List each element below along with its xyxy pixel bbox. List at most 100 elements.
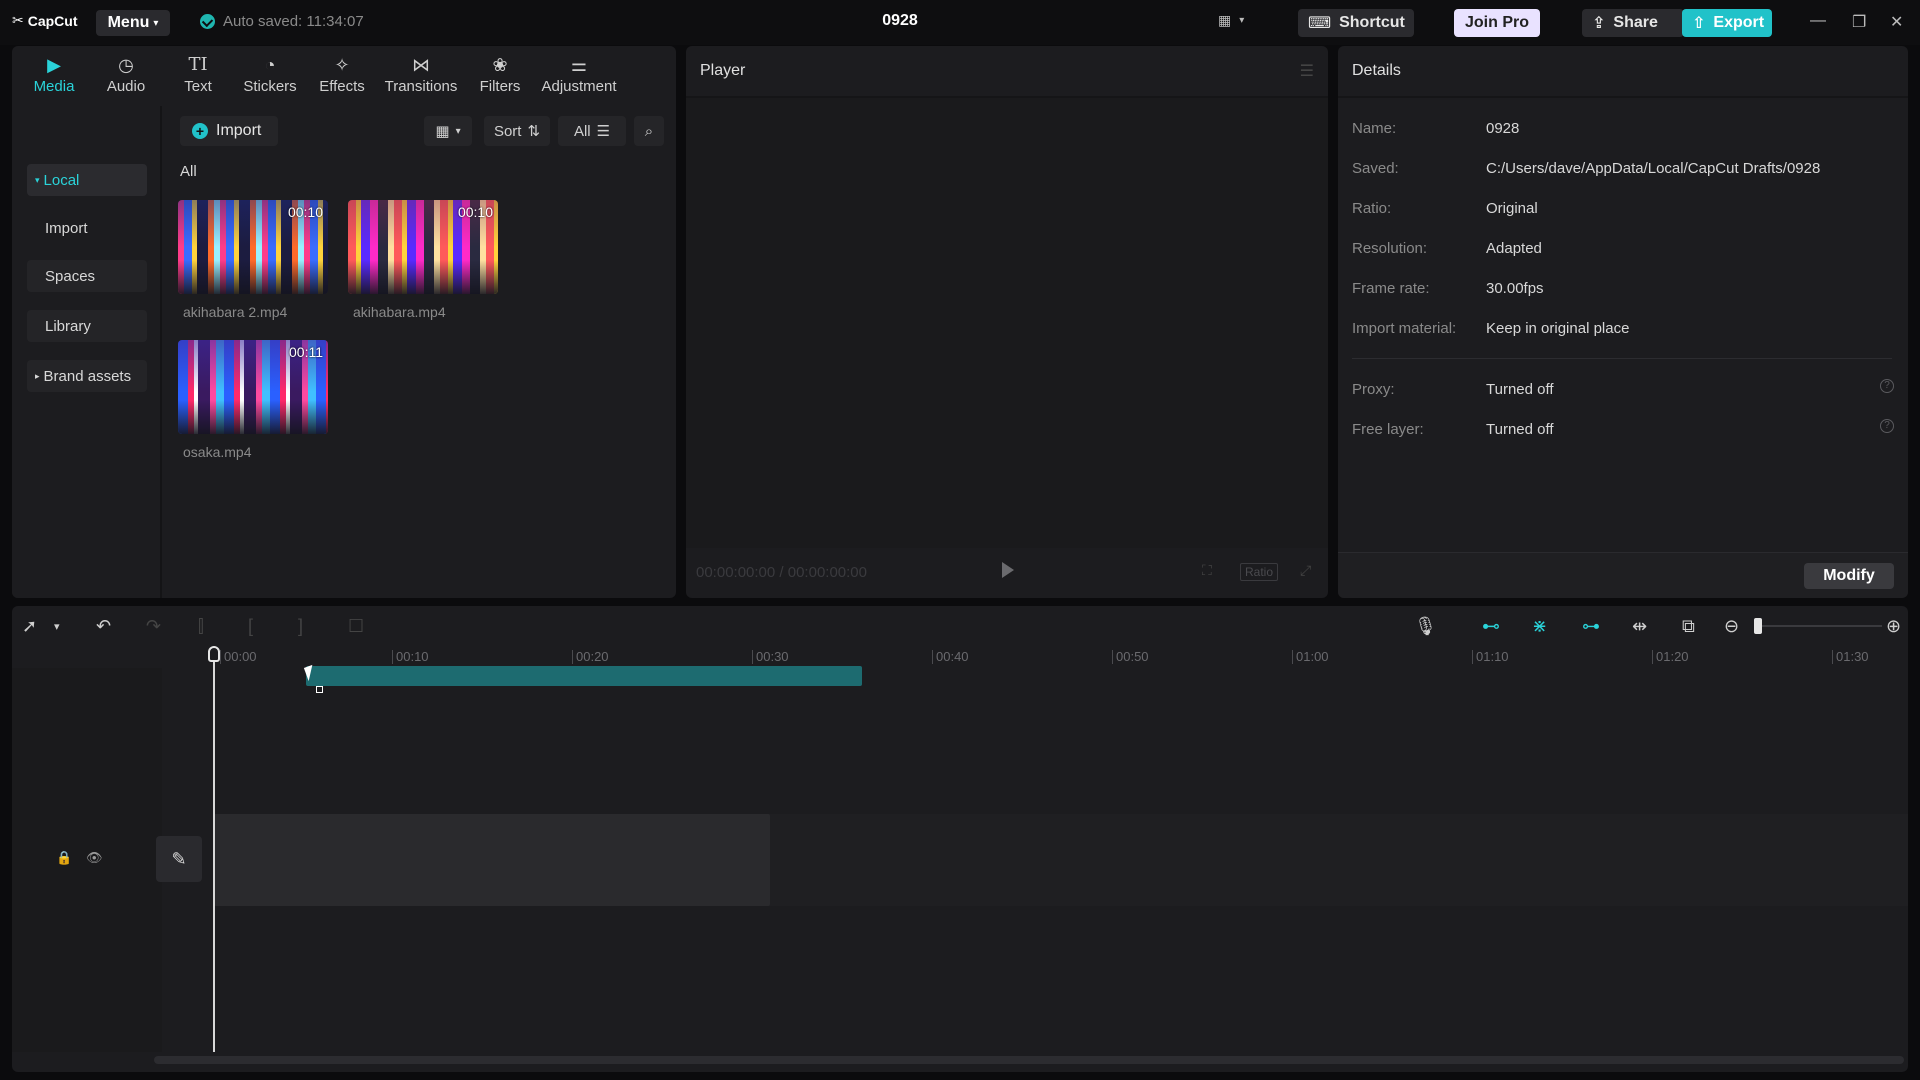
lock-icon[interactable]: 🔒 — [56, 850, 72, 866]
playhead-handle[interactable] — [208, 646, 220, 662]
search-button[interactable]: ⌕ — [634, 116, 664, 146]
import-button[interactable]: + Import — [180, 116, 278, 146]
detail-label: Import material: — [1352, 320, 1457, 337]
help-icon[interactable]: ? — [1880, 419, 1894, 433]
detail-value: Adapted — [1486, 240, 1542, 257]
detail-value: Keep in original place — [1486, 320, 1630, 337]
media-icon: ▶ — [47, 55, 61, 75]
ruler-tick: 00:50 — [1112, 650, 1149, 664]
linkage-icon[interactable]: ⊶ — [1582, 616, 1600, 637]
undo-icon[interactable]: ↶ — [96, 616, 111, 637]
media-sidebar: ▾ Local Import Spaces Library ▸ Brand as… — [12, 106, 162, 598]
zoom-out-icon[interactable]: ⊖ — [1724, 616, 1739, 637]
tab-audio[interactable]: ◷ Audio — [90, 46, 162, 98]
chevron-down-icon[interactable]: ▾ — [54, 620, 60, 633]
modify-button[interactable]: Modify — [1804, 563, 1894, 589]
ruler-tick: 01:00 — [1292, 650, 1329, 664]
project-title: 0928 — [882, 12, 918, 29]
restore-icon[interactable]: ❐ — [1852, 12, 1866, 32]
view-mode-button[interactable]: ▦ ▾ — [424, 116, 472, 146]
join-pro-button[interactable]: Join Pro — [1454, 9, 1540, 37]
media-clip[interactable]: 00:10 akihabara 2.mp4 — [178, 200, 328, 320]
clip-thumbnail[interactable]: 00:11 — [178, 340, 328, 434]
keyboard-icon: ⌨ — [1308, 15, 1332, 32]
export-button[interactable]: ⇧ Export — [1682, 9, 1772, 37]
clip-name: osaka.mp4 — [183, 444, 252, 460]
sidebar-item-library[interactable]: Library — [27, 310, 147, 342]
horizontal-scrollbar[interactable] — [154, 1056, 1904, 1064]
zoom-in-icon[interactable]: ⊕ — [1886, 616, 1901, 637]
sidebar-item-import[interactable]: Import — [27, 212, 147, 244]
menu-label: Menu — [107, 14, 150, 31]
menu-icon[interactable]: ☰ — [1300, 61, 1314, 81]
detail-label: Saved: — [1352, 160, 1399, 177]
minimize-icon[interactable]: — — [1810, 12, 1826, 30]
chevron-down-icon: ▾ — [1239, 15, 1245, 26]
shortcut-label: Shortcut — [1339, 14, 1405, 31]
media-clip[interactable]: 00:11 osaka.mp4 — [178, 340, 328, 460]
main-track-magnet-icon[interactable]: ⊷ — [1482, 616, 1500, 637]
detail-label: Free layer: — [1352, 421, 1424, 438]
sidebar-item-brand-assets[interactable]: ▸ Brand assets — [27, 360, 147, 392]
select-cursor-icon[interactable]: ➚ — [22, 616, 37, 637]
grid-icon: ▦ — [435, 123, 450, 140]
dragged-clip-preview[interactable] — [306, 666, 862, 686]
player-screen[interactable] — [686, 98, 1328, 548]
detail-value: C:/Users/dave/AppData/Local/CapCut Draft… — [1486, 160, 1821, 177]
play-icon[interactable] — [1002, 562, 1014, 578]
trim-left-icon[interactable]: [ — [248, 616, 253, 637]
zoom-slider-handle[interactable] — [1754, 618, 1762, 634]
sidebar-item-local[interactable]: ▾ Local — [27, 164, 147, 196]
sort-button[interactable]: Sort ⇅ — [484, 116, 550, 146]
layout-button[interactable]: ▦ ▾ — [1218, 12, 1244, 29]
tab-label: Media — [33, 78, 75, 95]
sidebar-label: Brand assets — [43, 367, 132, 385]
fullscreen-icon[interactable]: ⤢ — [1300, 562, 1311, 579]
clip-thumbnail[interactable]: 00:10 — [178, 200, 328, 294]
detail-row-proxy: Proxy: Turned off — [1352, 381, 1554, 398]
shortcut-button[interactable]: ⌨ Shortcut — [1298, 9, 1414, 37]
player-timecode: 00:00:00:00 / 00:00:00:00 — [696, 564, 867, 581]
preview-axis-icon[interactable]: ⇹ — [1632, 616, 1647, 637]
redo-icon[interactable]: ↷ — [146, 616, 161, 637]
timeline-toolbar: ➚ ▾ ↶ ↷ ⫿ [ ] ☐ 🎙 ⊷ ⋇ ⊶ ⇹ ⧉ ⊖ ⊕ — [12, 606, 1908, 646]
layout-icon: ▦ — [1218, 12, 1232, 28]
time-ruler[interactable]: 00:00 00:10 00:20 00:30 00:40 00:50 01:0… — [12, 646, 1908, 668]
detail-row-free-layer: Free layer: Turned off — [1352, 421, 1554, 438]
ruler-tick: 00:20 — [572, 650, 609, 664]
help-icon[interactable]: ? — [1880, 379, 1894, 393]
tab-media[interactable]: ▶ Media — [18, 46, 90, 98]
detail-value: Turned off — [1486, 421, 1554, 438]
microphone-icon[interactable]: 🎙 — [1414, 616, 1437, 637]
caret-down-icon: ▾ — [35, 174, 40, 185]
picture-in-picture-icon[interactable]: ⧉ — [1682, 616, 1695, 637]
filter-icon: ☰ — [596, 123, 611, 140]
auto-snap-icon[interactable]: ⋇ — [1532, 616, 1547, 637]
zoom-slider[interactable] — [1762, 625, 1882, 627]
export-icon: ⇧ — [1692, 15, 1706, 32]
sidebar-item-spaces[interactable]: Spaces — [27, 260, 147, 292]
pencil-icon: ✎ — [171, 848, 187, 869]
clip-thumbnail[interactable]: 00:10 — [348, 200, 498, 294]
tab-label: Audio — [106, 78, 146, 95]
playhead[interactable] — [213, 648, 215, 1052]
player-header: Player ☰ — [686, 46, 1328, 98]
ratio-button[interactable]: Ratio — [1240, 563, 1279, 581]
eye-icon[interactable]: 👁 — [86, 850, 103, 866]
menu-button[interactable]: Menu ▾ — [96, 10, 170, 36]
trim-right-icon[interactable]: ] — [298, 616, 303, 637]
export-label: Export — [1713, 14, 1765, 31]
cover-edit-button[interactable]: ✎ — [156, 836, 202, 882]
delete-icon[interactable]: ☐ — [348, 616, 364, 637]
close-icon[interactable]: ✕ — [1890, 12, 1903, 32]
fit-icon[interactable]: ⛶ — [1202, 562, 1212, 579]
media-clip[interactable]: 00:10 akihabara.mp4 — [348, 200, 498, 320]
share-button[interactable]: ⇪ Share — [1582, 9, 1684, 37]
detail-label: Proxy: — [1352, 381, 1395, 398]
details-divider — [1352, 358, 1892, 359]
timeline-panel: ➚ ▾ ↶ ↷ ⫿ [ ] ☐ 🎙 ⊷ ⋇ ⊶ ⇹ ⧉ ⊖ ⊕ 00:00 00… — [12, 606, 1908, 1072]
main-track-placeholder[interactable] — [214, 814, 770, 906]
filter-button[interactable]: All ☰ — [558, 116, 626, 146]
caret-right-icon: ▸ — [35, 370, 40, 381]
split-icon[interactable]: ⫿ — [198, 616, 204, 637]
